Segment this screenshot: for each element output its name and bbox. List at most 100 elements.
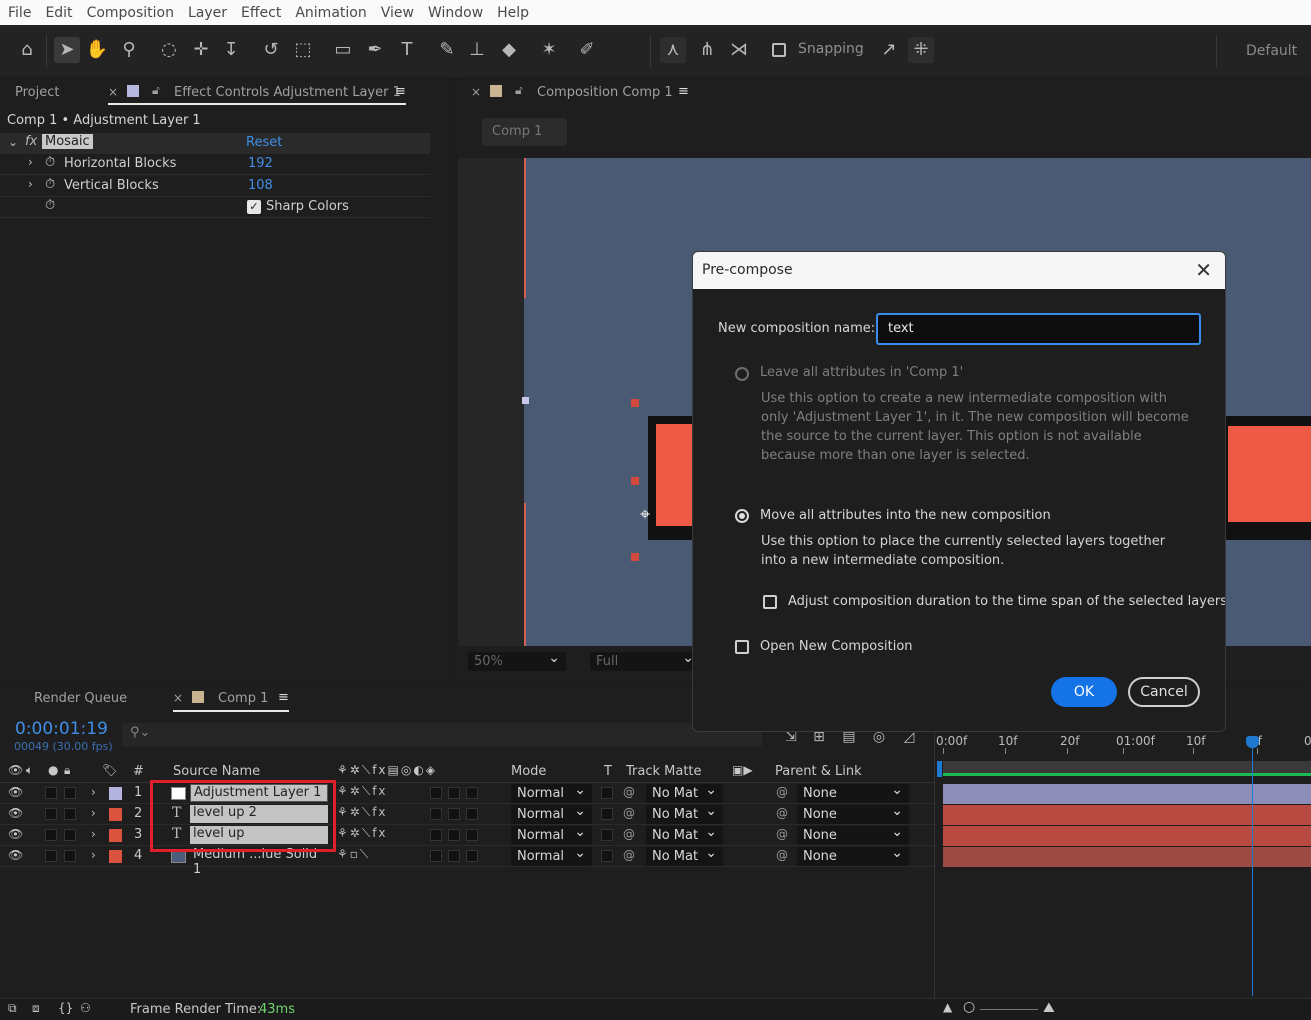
view-axis-icon[interactable]: ⋊ [726,37,752,63]
menu-effect[interactable]: Effect [241,5,281,21]
snap-features-icon[interactable]: ⁜ [908,37,934,63]
layer-label-color[interactable] [109,787,122,800]
resolution-dropdown[interactable]: Full [590,649,700,671]
menu-view[interactable]: View [381,5,414,21]
radio-move-attributes[interactable] [735,509,749,523]
solo-toggle[interactable] [45,808,57,820]
layer-search-input[interactable]: ⚲⌄ [122,723,762,747]
lock-toggle[interactable] [64,808,76,820]
anchor-tool-icon[interactable]: ⬚ [290,37,316,63]
switch-box[interactable] [430,808,442,820]
solo-toggle[interactable] [45,829,57,841]
zoom-slider-knob[interactable]: ○ [963,999,975,1015]
eye-icon[interactable]: 👁︎ [8,827,23,841]
transfer-controls-toggle-icon[interactable]: ⧈ [32,1001,40,1016]
layer-label-color[interactable] [109,829,122,842]
stopwatch-icon[interactable]: ⏱ [45,177,55,192]
hand-tool-icon[interactable]: ✋ [84,37,110,63]
zoom-in-icon[interactable]: ⛰ [1043,1000,1055,1016]
preserve-transparency-box[interactable] [601,787,613,799]
snapping-checkbox[interactable] [772,43,786,57]
layer-switch-icons[interactable]: ⚘✲⟍fx [337,805,388,820]
eraser-tool-icon[interactable]: ◆ [496,37,522,63]
switch-box[interactable] [448,787,460,799]
render-time-icon[interactable]: ⚇ [80,1001,91,1015]
layer-duration-bar[interactable] [943,847,1311,867]
layer-duration-bar[interactable] [943,826,1311,846]
menu-layer[interactable]: Layer [188,5,227,21]
selection-tool-icon[interactable]: ➤ [54,37,80,63]
preserve-transparency-box[interactable] [601,829,613,841]
menu-edit[interactable]: Edit [45,5,72,21]
in-out-toggle-icon[interactable]: {} [58,1001,73,1015]
cancel-button[interactable]: Cancel [1128,677,1200,707]
chevron-right-icon[interactable]: › [91,806,96,820]
panel-menu-icon[interactable]: ≡ [678,84,689,99]
preserve-transparency-box[interactable] [601,850,613,862]
ok-button[interactable]: OK [1051,677,1117,707]
layer-switch-icons[interactable]: ⚘▫⟍ [337,847,370,862]
matte-pickwhip-icon[interactable]: @ [623,806,635,820]
work-area-bar[interactable] [943,761,1311,776]
orbit-camera-icon[interactable]: ◌ [156,37,182,63]
layer-parent-dropdown[interactable]: None [797,844,909,866]
lock-toggle[interactable] [64,829,76,841]
matte-pickwhip-icon[interactable]: @ [623,848,635,862]
close-icon[interactable]: × [173,691,183,705]
col-source-name[interactable]: Source Name [173,764,260,779]
zoom-out-icon[interactable]: ▲ [943,1000,952,1014]
layer-parent-dropdown[interactable]: None [797,802,909,824]
chevron-right-icon[interactable]: › [91,848,96,862]
menu-help[interactable]: Help [497,5,529,21]
switch-box[interactable] [430,787,442,799]
zoom-dropdown[interactable]: 50% [468,649,566,671]
stopwatch-icon[interactable]: ⏱ [45,155,55,170]
layer-track-matte-dropdown[interactable]: No Mat [646,844,723,866]
layer-parent-dropdown[interactable]: None [797,781,909,803]
panel-menu-icon[interactable]: ≡ [395,84,406,99]
chevron-right-icon[interactable]: › [91,827,96,841]
parent-pickwhip-icon[interactable]: @ [776,806,788,820]
menu-file[interactable]: File [8,5,31,21]
adjust-duration-checkbox[interactable] [763,595,777,609]
puppet-pin-icon[interactable]: ✐ [574,37,600,63]
layer-label-color[interactable] [109,850,122,863]
switch-box[interactable] [466,808,478,820]
brush-tool-icon[interactable]: ✎ [434,37,460,63]
audio-icon[interactable]: 🔈︎ [26,763,33,778]
lock-toggle[interactable] [64,787,76,799]
switch-box[interactable] [430,850,442,862]
layer-track-matte-dropdown[interactable]: No Mat [646,802,723,824]
parent-pickwhip-icon[interactable]: @ [776,785,788,799]
solo-icon[interactable]: ● [48,763,58,777]
workspace-default[interactable]: Default [1246,43,1297,59]
lock-toggle[interactable] [64,850,76,862]
layer-switch-icons[interactable]: ⚘✲⟍fx [337,826,388,841]
new-comp-name-input[interactable]: text [876,313,1201,345]
lock-icon[interactable]: 🔒︎ [64,763,70,778]
stopwatch-icon[interactable]: ⏱ [45,198,55,213]
anchor-handle[interactable] [631,477,639,485]
anchor-point-icon[interactable]: ⌖ [640,504,650,525]
eye-icon[interactable]: 👁︎ [8,785,23,799]
open-new-comp-label[interactable]: Open New Composition [760,639,913,654]
zoom-slider-track[interactable] [980,1009,1038,1010]
local-axis-icon[interactable]: ⋏ [660,37,686,63]
tab-render-queue[interactable]: Render Queue [34,691,127,706]
layer-duration-bar[interactable] [943,805,1311,825]
layer-switch-icons[interactable]: ⚘✲⟍fx [337,784,388,799]
fx-icon[interactable]: fx [25,134,37,149]
option-move-attributes-label[interactable]: Move all attributes into the new composi… [760,508,1051,523]
adjust-duration-label[interactable]: Adjust composition duration to the time … [788,594,1225,609]
effect-name-mosaic[interactable]: Mosaic [42,134,93,149]
eye-icon[interactable]: 👁︎ [8,806,23,820]
world-axis-icon[interactable]: ⋔ [694,37,720,63]
chevron-down-icon[interactable]: ⌄ [8,135,18,149]
switch-box[interactable] [466,829,478,841]
layer-parent-dropdown[interactable]: None [797,823,909,845]
switch-box[interactable] [466,850,478,862]
menu-composition[interactable]: Composition [87,5,174,21]
chevron-right-icon[interactable]: › [91,785,96,799]
param-vertical-blocks-value[interactable]: 108 [248,178,273,193]
tab-composition[interactable]: Composition Comp 1 [537,85,673,100]
